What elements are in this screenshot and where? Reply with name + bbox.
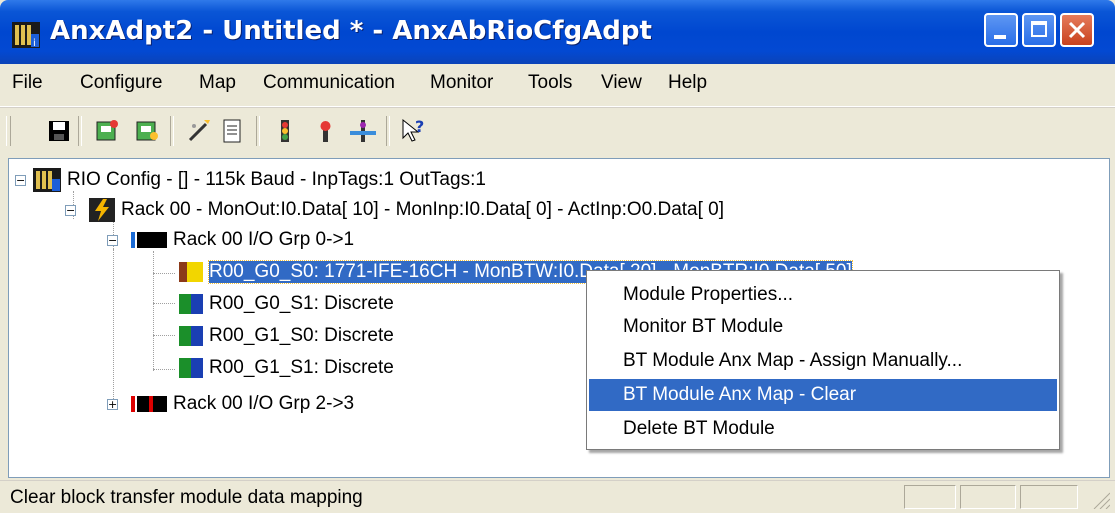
collapse-toggle[interactable]: − [15, 175, 26, 186]
tree-connector [153, 369, 175, 371]
menu-communication[interactable]: Communication [263, 72, 395, 94]
menu-view[interactable]: View [601, 72, 642, 94]
maximize-icon [1031, 21, 1047, 37]
tree-connector [113, 249, 115, 399]
tree-connector [153, 251, 155, 371]
tree-node-module-r00-g1-s1[interactable]: R00_G1_S1: Discrete [179, 353, 394, 383]
menu-configure[interactable]: Configure [80, 72, 162, 94]
tree-connector [153, 273, 175, 275]
menu-bar: File Configure Map Communication Monitor… [0, 64, 1115, 107]
status-text: Clear block transfer module data mapping [10, 487, 363, 508]
report-icon[interactable] [218, 116, 248, 146]
discrete-module-icon [179, 294, 203, 314]
tree-node-root[interactable]: RIO Config - [] - 115k Baud - InpTags:1 … [33, 165, 486, 195]
tree-node-label: R00_G1_S0: Discrete [209, 325, 394, 346]
tree-node-label: RIO Config - [] - 115k Baud - InpTags:1 … [67, 169, 486, 190]
write-config-icon[interactable] [132, 116, 162, 146]
menu-tools[interactable]: Tools [528, 72, 572, 94]
maximize-button[interactable] [1022, 13, 1056, 47]
tree-node-io-group-2[interactable]: Rack 00 I/O Grp 2->3 [127, 389, 354, 419]
wizard-icon[interactable] [184, 116, 214, 146]
discrete-module-icon [179, 358, 203, 378]
collapse-toggle[interactable]: − [65, 205, 76, 216]
help-pointer-icon[interactable]: ? [400, 116, 430, 146]
rack-lightning-icon [89, 198, 115, 222]
menu-map[interactable]: Map [199, 72, 236, 94]
window-title: AnxAdpt2 - Untitled * - AnxAbRioCfgAdpt [50, 16, 652, 46]
tree-node-label: R00_G0_S1: Discrete [209, 293, 394, 314]
tree-node-label: Rack 00 I/O Grp 2->3 [173, 393, 355, 414]
menu-item-anx-map-clear[interactable]: BT Module Anx Map - Clear [589, 379, 1057, 411]
tree-connector [153, 303, 175, 305]
tree-node-module-r00-g0-s1[interactable]: R00_G0_S1: Discrete [179, 289, 394, 319]
go-offline-icon[interactable] [310, 116, 340, 146]
menu-item-assign-manually[interactable]: BT Module Anx Map - Assign Manually... [589, 345, 1057, 377]
status-panel [1020, 485, 1078, 509]
menu-monitor[interactable]: Monitor [430, 72, 493, 94]
toolbar-separator [170, 116, 174, 146]
menu-item-delete-bt-module[interactable]: Delete BT Module [589, 413, 1057, 445]
tree-node-label: R00_G1_S1: Discrete [209, 357, 394, 378]
toolbar-separator [256, 116, 260, 146]
toolbar-separator [78, 116, 82, 146]
close-icon [1068, 21, 1086, 39]
analog-module-icon [179, 262, 203, 282]
discrete-module-icon [179, 326, 203, 346]
app-icon[interactable]: i [12, 22, 40, 49]
tree-connector [153, 335, 175, 337]
status-panel [904, 485, 956, 509]
read-config-icon[interactable] [92, 116, 122, 146]
status-panel [960, 485, 1016, 509]
minimize-button[interactable] [984, 13, 1018, 47]
tree-node-label: Rack 00 I/O Grp 0->1 [173, 229, 355, 250]
app-window: i AnxAdpt2 - Untitled * - AnxAbRioCfgAdp… [0, 0, 1115, 513]
monitor-icon[interactable] [348, 116, 378, 146]
toolbar-separator [386, 116, 390, 146]
close-button[interactable] [1060, 13, 1094, 47]
resize-grip-icon[interactable] [1090, 489, 1111, 510]
expand-toggle[interactable]: + [107, 399, 118, 410]
save-icon[interactable] [44, 116, 74, 146]
go-online-icon[interactable] [270, 116, 300, 146]
toolbar: ? [0, 107, 1115, 154]
tree-node-io-group-0[interactable]: Rack 00 I/O Grp 0->1 [127, 225, 354, 255]
status-bar: Clear block transfer module data mapping [0, 480, 1115, 513]
menu-item-monitor-bt-module[interactable]: Monitor BT Module [589, 311, 1057, 343]
tree-node-module-r00-g1-s0[interactable]: R00_G1_S0: Discrete [179, 321, 394, 351]
menu-item-module-properties[interactable]: Module Properties... [589, 279, 1057, 311]
io-group-red-icon [127, 394, 167, 414]
io-group-icon [127, 230, 167, 250]
rio-config-icon [33, 168, 61, 192]
svg-text:?: ? [415, 118, 424, 136]
toolbar-grip [6, 116, 11, 146]
menu-file[interactable]: File [12, 72, 43, 94]
context-menu: Module Properties... Monitor BT Module B… [586, 270, 1060, 450]
title-bar[interactable]: i AnxAdpt2 - Untitled * - AnxAbRioCfgAdp… [0, 0, 1115, 64]
svg-text:i: i [33, 38, 36, 48]
collapse-toggle[interactable]: − [107, 235, 118, 246]
menu-help[interactable]: Help [668, 72, 707, 94]
tree-node-rack[interactable]: Rack 00 - MonOut:I0.Data[ 10] - MonInp:I… [89, 195, 724, 225]
minimize-icon [994, 35, 1006, 39]
tree-node-label: Rack 00 - MonOut:I0.Data[ 10] - MonInp:I… [121, 199, 725, 220]
